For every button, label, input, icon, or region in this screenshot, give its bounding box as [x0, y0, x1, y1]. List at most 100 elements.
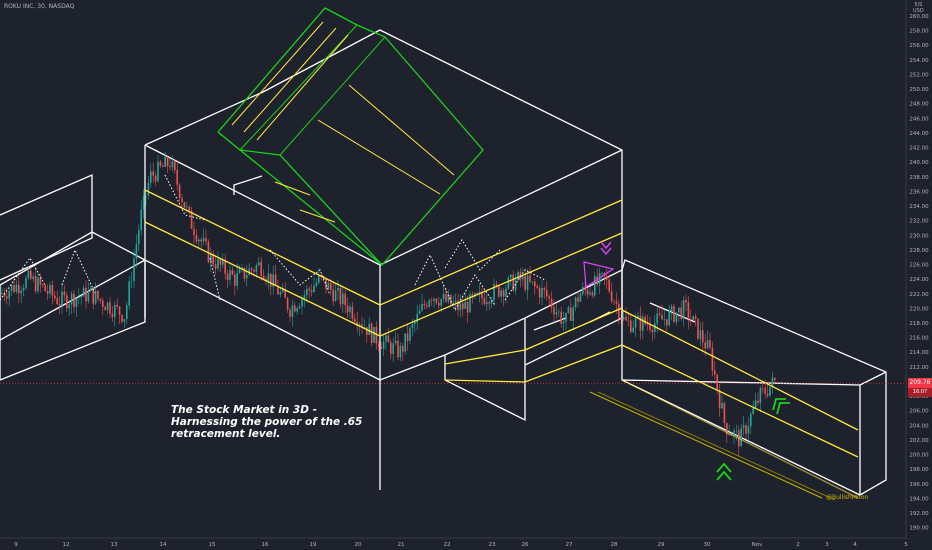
candle-body	[440, 299, 442, 306]
candle-body	[380, 347, 382, 349]
candle-body	[250, 268, 253, 271]
candle-body	[651, 329, 654, 333]
candle-body	[70, 293, 73, 305]
candle-body	[39, 277, 42, 285]
price-tick-label: 232.00	[909, 219, 929, 225]
candle-body	[116, 304, 118, 307]
candle-body	[159, 161, 162, 166]
candle-body	[442, 293, 445, 300]
price-tick-label: 228.00	[909, 248, 929, 254]
bar-countdown-tag: 16:07	[908, 388, 932, 397]
candle-body	[500, 290, 502, 297]
candle-body	[373, 326, 375, 343]
symbol-label[interactable]: ROKU INC, 30, NASDAQ	[4, 3, 74, 10]
candle-body	[375, 326, 378, 344]
candle-body	[735, 430, 738, 432]
candle-body	[298, 306, 301, 309]
candle-body	[502, 290, 505, 297]
candle-body	[697, 318, 699, 339]
candle-body	[601, 272, 603, 274]
candle-body	[385, 335, 387, 342]
price-tick-label: 194.00	[909, 496, 929, 502]
price-tick-label: 198.00	[909, 467, 929, 473]
candle-body	[289, 309, 291, 317]
price-tick-label: 200.00	[909, 453, 929, 459]
candle-body	[205, 238, 207, 242]
candle-body	[157, 161, 159, 182]
time-tick-label: 3	[825, 542, 829, 548]
candle-body	[574, 297, 577, 308]
candle-body	[594, 276, 596, 296]
candle-body	[694, 316, 697, 319]
candle-body	[589, 292, 591, 295]
candle-body	[558, 311, 560, 313]
candle-body	[656, 313, 658, 324]
candle-body	[51, 285, 54, 296]
candle-body	[354, 318, 356, 322]
candle-body	[301, 298, 303, 307]
candle-body	[111, 313, 114, 318]
price-tick-label: 256.00	[909, 43, 929, 49]
candle-body	[668, 310, 670, 326]
time-tick-label: 21	[398, 542, 405, 548]
time-tick-label: 9	[14, 542, 18, 548]
candle-body	[723, 403, 726, 424]
candle-body	[764, 388, 766, 394]
candle-body	[579, 293, 582, 302]
author-watermark: @BullishMoon	[826, 494, 869, 501]
candle-body	[349, 306, 351, 313]
candle-body	[229, 270, 231, 280]
candle-body	[718, 389, 721, 409]
candle-body	[548, 296, 550, 299]
candle-body	[231, 270, 234, 275]
candle-body	[382, 341, 385, 349]
price-tick-label: 190.00	[909, 526, 929, 532]
price-tick-label: 222.00	[909, 292, 929, 298]
candle-body	[85, 287, 87, 302]
candle-body	[332, 289, 334, 302]
candle-body	[193, 228, 195, 236]
candle-body	[351, 306, 354, 319]
currency-code: USD	[913, 8, 924, 14]
candle-body	[404, 333, 406, 352]
price-tick-label: 254.00	[909, 58, 929, 64]
candle-body	[658, 313, 661, 315]
candle-body	[188, 206, 190, 211]
time-axis[interactable]	[0, 538, 906, 550]
time-tick-label: 23	[489, 542, 496, 548]
candle-body	[102, 300, 104, 307]
candle-body	[178, 184, 181, 199]
candle-body	[54, 295, 56, 299]
candle-body	[186, 206, 188, 208]
candle-body	[670, 306, 673, 311]
candle-body	[433, 298, 435, 301]
candle-body	[18, 284, 20, 294]
candle-body	[258, 262, 260, 266]
candle-body	[675, 312, 678, 322]
price-tick-label: 212.00	[909, 365, 929, 371]
candle-body	[99, 298, 102, 301]
candle-body	[44, 285, 46, 292]
last-price-tag: 209.76	[908, 378, 932, 388]
candle-body	[255, 265, 258, 272]
candle-body	[344, 293, 346, 306]
candle-body	[445, 293, 447, 302]
candle-body	[716, 374, 718, 390]
price-tick-label: 244.00	[909, 131, 929, 137]
candle-body	[387, 335, 390, 343]
candle-body	[202, 238, 205, 242]
candle-body	[25, 277, 27, 289]
candle-body	[586, 289, 589, 295]
candle-body	[522, 275, 524, 280]
candle-body	[118, 306, 121, 315]
candle-body	[30, 270, 32, 279]
candle-body	[32, 276, 34, 279]
candle-body	[464, 301, 466, 309]
candle-body	[82, 287, 85, 297]
chart-canvas[interactable]: 190.00 192.00 194.00 196.00 198.00 200.00 202.…	[0, 0, 932, 550]
candle-body	[226, 273, 229, 280]
candle-body	[274, 274, 277, 286]
candle-body	[46, 291, 49, 294]
candle-body	[130, 281, 133, 282]
candle-body	[450, 294, 452, 305]
